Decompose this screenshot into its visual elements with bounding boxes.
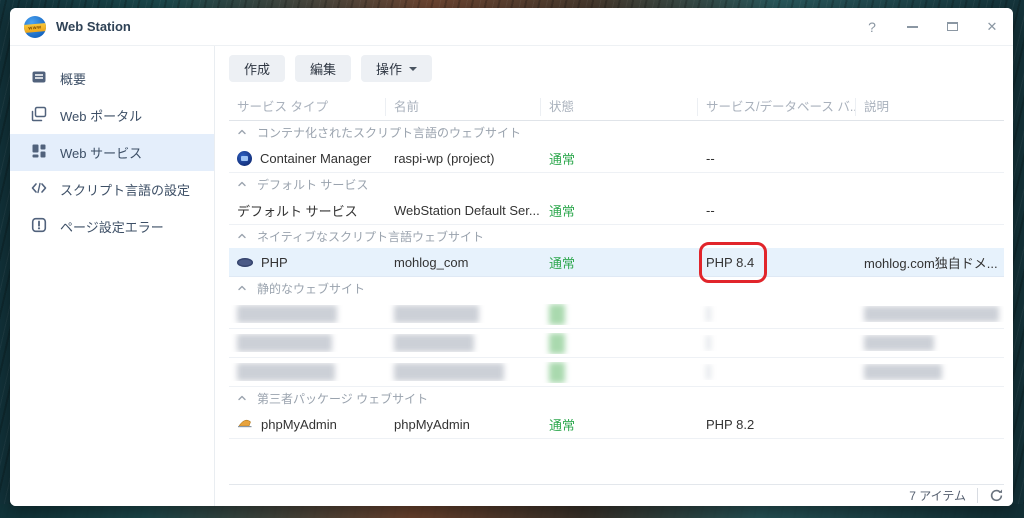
overview-icon bbox=[31, 69, 47, 88]
table-row[interactable]: Container Managerraspi-wp (project)通常-- bbox=[229, 144, 1004, 173]
cell-type: デフォルト サービス bbox=[229, 201, 386, 220]
sidebar-item-overview[interactable]: 概要 bbox=[10, 60, 214, 97]
chevron-down-icon bbox=[409, 67, 417, 71]
minimize-icon[interactable] bbox=[905, 20, 919, 34]
cell-status: 通常 bbox=[541, 253, 698, 272]
group-label: 第三者パッケージ ウェブサイト bbox=[257, 390, 428, 407]
sidebar-item-web-portal[interactable]: Web ポータル bbox=[10, 97, 214, 134]
content-area: 作成 編集 操作 サービス タイプ名前状態サービス/データベース バ...説明 … bbox=[216, 46, 1013, 506]
window-controls: ? ✕ bbox=[865, 20, 999, 34]
cell-type: PHP bbox=[229, 255, 386, 270]
sidebar-item-label: Web サービス bbox=[60, 143, 142, 162]
php-icon bbox=[237, 258, 253, 267]
table-row-redacted[interactable] bbox=[229, 329, 1004, 358]
sidebar-item-web-service[interactable]: Web サービス bbox=[10, 134, 214, 171]
cell-version: -- bbox=[698, 151, 856, 166]
chevron-up-icon bbox=[237, 126, 247, 140]
column-header-type[interactable]: サービス タイプ bbox=[229, 98, 386, 116]
chevron-up-icon bbox=[237, 282, 247, 296]
table-row[interactable]: デフォルト サービスWebStation Default Ser...通常-- bbox=[229, 196, 1004, 225]
cell-status: 通常 bbox=[541, 149, 698, 168]
column-header-name[interactable]: 名前 bbox=[386, 98, 541, 116]
title-bar: www Web Station ? ✕ bbox=[10, 8, 1013, 46]
sidebar-item-label: Web ポータル bbox=[60, 106, 142, 125]
create-button[interactable]: 作成 bbox=[229, 55, 285, 82]
cell-name: phpMyAdmin bbox=[386, 417, 541, 432]
cell-type: phpMyAdmin bbox=[229, 417, 386, 432]
statusbar-divider bbox=[977, 488, 978, 503]
sidebar-item-script-language-settings[interactable]: スクリプト言語の設定 bbox=[10, 171, 214, 208]
window-title: Web Station bbox=[56, 19, 131, 34]
table-body: コンテナ化されたスクリプト言語のウェブサイト Container Managerr… bbox=[229, 121, 1004, 439]
cell-version: PHP 8.4 bbox=[698, 255, 856, 270]
cell-type: Container Manager bbox=[229, 151, 386, 166]
group-header[interactable]: デフォルト サービス bbox=[229, 173, 1004, 196]
group-header[interactable]: 静的なウェブサイト bbox=[229, 277, 1004, 300]
help-icon[interactable]: ? bbox=[865, 20, 879, 34]
chevron-up-icon bbox=[237, 230, 247, 244]
refresh-icon[interactable] bbox=[989, 488, 1004, 503]
group-label: コンテナ化されたスクリプト言語のウェブサイト bbox=[257, 124, 521, 141]
chevron-up-icon bbox=[237, 392, 247, 406]
edit-button[interactable]: 編集 bbox=[295, 55, 351, 82]
column-header-status[interactable]: 状態 bbox=[541, 98, 698, 116]
group-label: 静的なウェブサイト bbox=[257, 280, 365, 297]
web-services-icon bbox=[31, 143, 47, 162]
cell-name: mohlog_com bbox=[386, 255, 541, 270]
container-manager-icon bbox=[237, 151, 252, 166]
cell-name: WebStation Default Ser... bbox=[386, 203, 541, 218]
toolbar: 作成 編集 操作 bbox=[229, 55, 432, 82]
close-icon[interactable]: ✕ bbox=[985, 20, 999, 34]
items-count: 7 アイテム bbox=[909, 487, 966, 504]
table-row[interactable]: PHPmohlog_com通常PHP 8.4mohlog.com独自ドメ... bbox=[229, 248, 1004, 277]
group-header[interactable]: 第三者パッケージ ウェブサイト bbox=[229, 387, 1004, 410]
app-window: www Web Station ? ✕ 概要 Web ポータル Web サービススク… bbox=[10, 8, 1013, 506]
error-icon bbox=[31, 217, 47, 236]
status-bar: 7 アイテム bbox=[229, 484, 1004, 506]
table-row[interactable]: phpMyAdminphpMyAdmin通常PHP 8.2 bbox=[229, 410, 1004, 439]
column-header-desc[interactable]: 説明 bbox=[856, 98, 1004, 116]
sidebar-item-label: 概要 bbox=[60, 69, 86, 88]
services-table: サービス タイプ名前状態サービス/データベース バ...説明 コンテナ化されたス… bbox=[229, 94, 1004, 439]
web-station-icon: www bbox=[24, 16, 46, 38]
group-header[interactable]: ネイティブなスクリプト言語ウェブサイト bbox=[229, 225, 1004, 248]
www-globe-band: www bbox=[24, 22, 46, 32]
sidebar-item-label: スクリプト言語の設定 bbox=[60, 180, 190, 199]
column-header-version[interactable]: サービス/データベース バ... bbox=[698, 98, 856, 116]
table-header: サービス タイプ名前状態サービス/データベース バ...説明 bbox=[229, 94, 1004, 121]
cell-status: 通常 bbox=[541, 415, 698, 434]
chevron-up-icon bbox=[237, 178, 247, 192]
maximize-icon[interactable] bbox=[945, 20, 959, 34]
web-portal-icon bbox=[31, 106, 47, 125]
sidebar: 概要 Web ポータル Web サービススクリプト言語の設定ページ設定エラー bbox=[10, 46, 215, 506]
group-label: ネイティブなスクリプト言語ウェブサイト bbox=[257, 228, 484, 245]
cell-status: 通常 bbox=[541, 201, 698, 220]
cell-version: PHP 8.2 bbox=[698, 417, 856, 432]
cell-description: mohlog.com独自ドメ... bbox=[856, 253, 1004, 272]
desktop-background: www Web Station ? ✕ 概要 Web ポータル Web サービススク… bbox=[0, 0, 1024, 518]
table-row-redacted[interactable] bbox=[229, 300, 1004, 329]
sidebar-item-label: ページ設定エラー bbox=[60, 217, 164, 236]
group-label: デフォルト サービス bbox=[257, 176, 368, 193]
group-header[interactable]: コンテナ化されたスクリプト言語のウェブサイト bbox=[229, 121, 1004, 144]
code-icon bbox=[31, 180, 47, 199]
phpmyadmin-icon bbox=[237, 417, 253, 432]
cell-version: -- bbox=[698, 203, 856, 218]
table-row-redacted[interactable] bbox=[229, 358, 1004, 387]
cell-name: raspi-wp (project) bbox=[386, 151, 541, 166]
action-dropdown-button[interactable]: 操作 bbox=[361, 55, 432, 82]
sidebar-item-page-config-error[interactable]: ページ設定エラー bbox=[10, 208, 214, 245]
